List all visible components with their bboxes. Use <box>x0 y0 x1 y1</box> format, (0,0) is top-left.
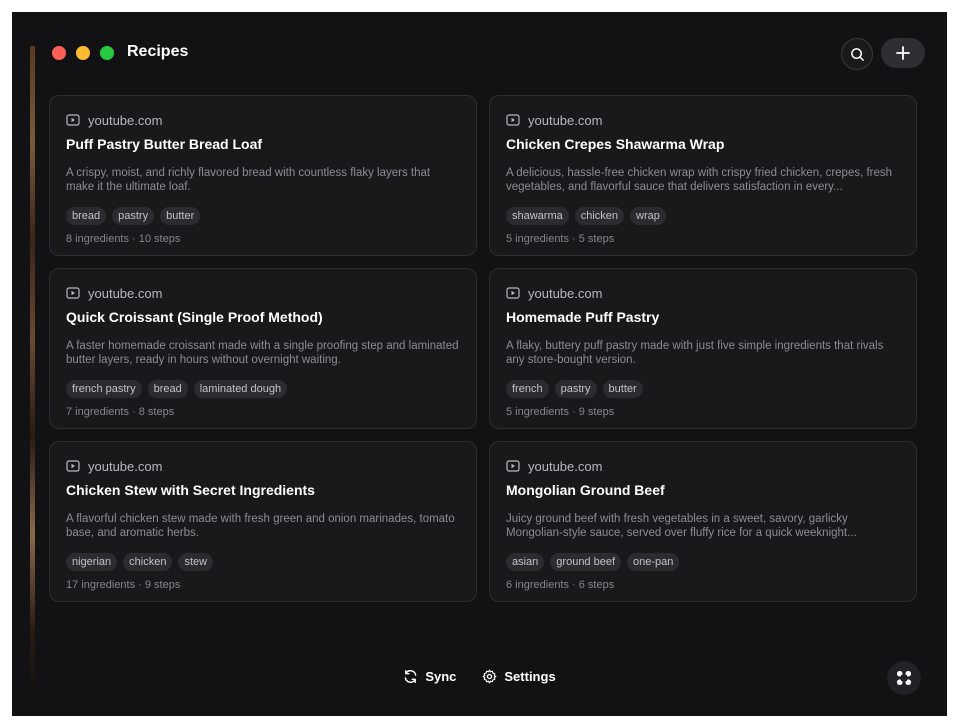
recipe-tag[interactable]: nigerian <box>66 553 118 571</box>
background-window-edge <box>30 46 35 696</box>
recipe-card[interactable]: youtube.com Homemade Puff Pastry A flaky… <box>489 268 917 429</box>
recipe-source: youtube.com <box>506 285 900 301</box>
recipe-meta: 6 ingredients · 6 steps <box>506 579 615 591</box>
recipe-tag[interactable]: ground beef <box>550 553 622 571</box>
recipe-tag[interactable]: asian <box>506 553 545 571</box>
source-label: youtube.com <box>528 458 603 474</box>
recipe-tag[interactable]: french <box>506 380 549 398</box>
recipe-meta: 8 ingredients · 10 steps <box>66 233 181 245</box>
video-icon <box>506 287 520 299</box>
recipe-title: Quick Croissant (Single Proof Method) <box>66 309 323 325</box>
recipe-card[interactable]: youtube.com Quick Croissant (Single Proo… <box>49 268 477 429</box>
settings-button[interactable]: Settings <box>482 669 556 684</box>
recipe-tags: french pastry butter <box>506 380 900 398</box>
recipe-meta: 5 ingredients · 9 steps <box>506 406 615 418</box>
recipe-meta: 17 ingredients · 9 steps <box>66 579 181 591</box>
app-window: Recipes youtube.com Puff Pastry Butter B… <box>12 12 947 716</box>
app-logo-icon <box>897 671 911 685</box>
recipe-source: youtube.com <box>66 458 460 474</box>
recipe-tag[interactable]: pastry <box>554 380 597 398</box>
source-label: youtube.com <box>88 285 163 301</box>
recipe-description: Juicy ground beef with fresh vegetables … <box>506 513 857 539</box>
recipe-description: A delicious, hassle-free chicken wrap wi… <box>506 167 893 193</box>
recipe-tags: asian ground beef one-pan <box>506 553 900 571</box>
recipe-tags: nigerian chicken stew <box>66 553 460 571</box>
video-icon <box>66 114 80 126</box>
window-controls <box>52 46 114 60</box>
recipe-tag[interactable]: stew <box>178 553 214 571</box>
recipe-tag[interactable]: laminated dough <box>193 380 288 398</box>
recipe-tags: french pastry bread laminated dough <box>66 380 460 398</box>
recipe-tags: shawarma chicken wrap <box>506 207 900 225</box>
plus-icon <box>896 46 910 60</box>
recipe-grid: youtube.com Puff Pastry Butter Bread Loa… <box>49 95 917 602</box>
sync-icon <box>404 669 417 684</box>
recipe-card[interactable]: youtube.com Chicken Crepes Shawarma Wrap… <box>489 95 917 256</box>
zoom-window-button[interactable] <box>100 46 114 60</box>
recipe-tag[interactable]: butter <box>602 380 643 398</box>
page-title: Recipes <box>127 43 189 60</box>
recipe-title: Chicken Stew with Secret Ingredients <box>66 482 315 498</box>
recipe-tag[interactable]: shawarma <box>506 207 569 225</box>
recipe-tag[interactable]: bread <box>147 380 188 398</box>
recipe-source: youtube.com <box>506 458 900 474</box>
recipe-source: youtube.com <box>66 285 460 301</box>
close-window-button[interactable] <box>52 46 66 60</box>
recipe-source: youtube.com <box>66 112 460 128</box>
extension-button[interactable] <box>887 661 921 695</box>
recipe-tag[interactable]: one-pan <box>627 553 680 571</box>
recipe-card[interactable]: youtube.com Chicken Stew with Secret Ing… <box>49 441 477 602</box>
recipe-tag[interactable]: bread <box>66 207 107 225</box>
recipe-description: A flaky, buttery puff pastry made with j… <box>506 340 884 366</box>
recipe-title: Puff Pastry Butter Bread Loaf <box>66 136 263 152</box>
source-label: youtube.com <box>88 458 163 474</box>
source-label: youtube.com <box>88 112 163 128</box>
recipe-tag[interactable]: french pastry <box>66 380 142 398</box>
recipe-tag[interactable]: butter <box>160 207 201 225</box>
recipe-title: Mongolian Ground Beef <box>506 482 665 498</box>
recipe-description: A flavorful chicken stew made with fresh… <box>66 513 455 539</box>
recipe-description: A crispy, moist, and richly flavored bre… <box>66 167 431 193</box>
recipe-tags: bread pastry butter <box>66 207 460 225</box>
settings-label: Settings <box>504 669 556 684</box>
recipe-card[interactable]: youtube.com Puff Pastry Butter Bread Loa… <box>49 95 477 256</box>
source-label: youtube.com <box>528 112 603 128</box>
recipe-tag[interactable]: wrap <box>630 207 666 225</box>
add-recipe-button[interactable] <box>881 38 925 68</box>
recipe-tag[interactable]: chicken <box>123 553 173 571</box>
footer-bar: Sync Settings <box>12 669 947 684</box>
video-icon <box>506 114 520 126</box>
source-label: youtube.com <box>528 285 603 301</box>
search-button[interactable] <box>841 38 873 70</box>
recipe-card[interactable]: youtube.com Mongolian Ground Beef Juicy … <box>489 441 917 602</box>
search-icon <box>850 47 864 61</box>
video-icon <box>66 460 80 472</box>
gear-icon <box>482 669 497 684</box>
recipe-tag[interactable]: chicken <box>574 207 625 225</box>
sync-label: Sync <box>425 669 457 684</box>
recipe-description: A faster homemade croissant made with a … <box>66 340 459 366</box>
recipe-source: youtube.com <box>506 112 900 128</box>
sync-button[interactable]: Sync <box>403 669 456 684</box>
video-icon <box>506 460 520 472</box>
minimize-window-button[interactable] <box>76 46 90 60</box>
recipe-meta: 7 ingredients · 8 steps <box>66 406 175 418</box>
video-icon <box>66 287 80 299</box>
recipe-title: Homemade Puff Pastry <box>506 309 660 325</box>
recipe-title: Chicken Crepes Shawarma Wrap <box>506 136 725 152</box>
recipe-tag[interactable]: pastry <box>112 207 155 225</box>
recipe-meta: 5 ingredients · 5 steps <box>506 233 615 245</box>
